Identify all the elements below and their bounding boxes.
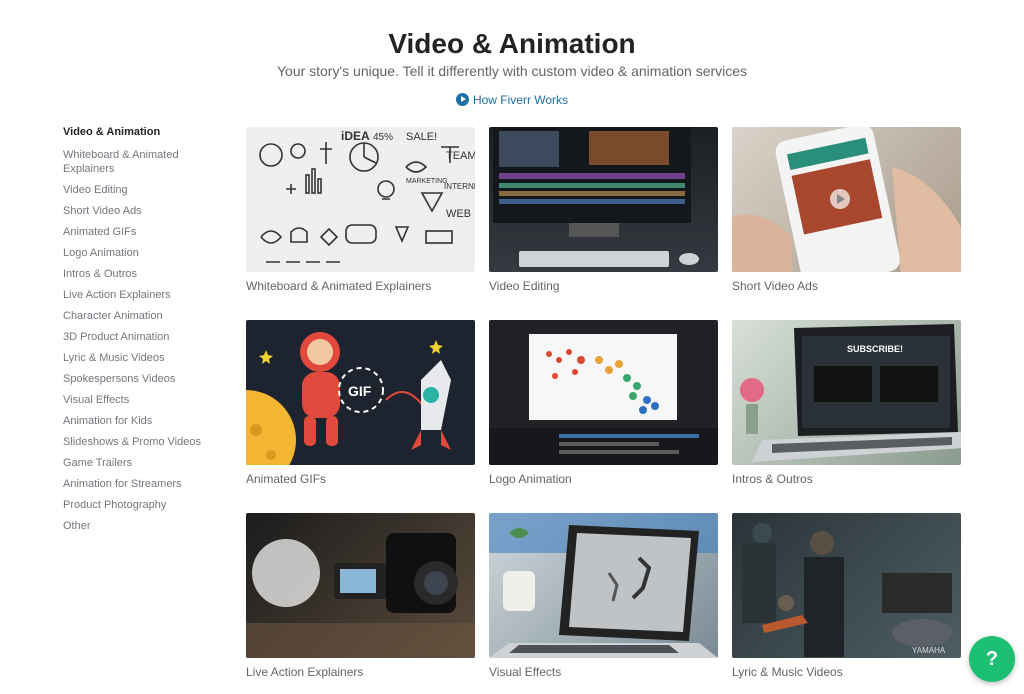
- animated-gifs-thumbnail: GIF: [246, 320, 475, 465]
- whiteboard-text-internet: INTERNET: [444, 182, 475, 191]
- sidebar-item-animation-kids[interactable]: Animation for Kids: [63, 414, 223, 428]
- sidebar-item-video-editing[interactable]: Video Editing: [63, 183, 223, 197]
- short-video-ads-thumbnail: [732, 127, 961, 272]
- card-label: Whiteboard & Animated Explainers: [246, 279, 432, 293]
- whiteboard-text-team: TEAM: [446, 150, 475, 162]
- sidebar-item-intros-outros[interactable]: Intros & Outros: [63, 267, 223, 281]
- editing-monitor-image: [493, 127, 699, 267]
- category-card-intros-outros[interactable]: SUBSCRIBE! Intros & Outros: [732, 320, 961, 486]
- band-performance-image: YAMAHA: [742, 523, 952, 657]
- sidebar-item-other[interactable]: Other: [63, 519, 223, 533]
- category-card-lyric-music[interactable]: YAMAHA Lyric & Music Videos: [732, 513, 961, 679]
- sidebar-item-product-photography[interactable]: Product Photography: [63, 498, 223, 512]
- sidebar-item-game-trailers[interactable]: Game Trailers: [63, 456, 223, 470]
- whiteboard-doodles: iDEA 45% SALE! TEAM MARKETING INTERNET W…: [259, 129, 475, 263]
- category-card-video-editing[interactable]: Video Editing: [489, 127, 718, 293]
- phone-hand-image: [732, 127, 961, 272]
- video-editing-thumbnail: [489, 127, 718, 272]
- card-label: Short Video Ads: [732, 279, 818, 293]
- subscribe-thumb-text: SUBSCRIBE!: [847, 344, 903, 354]
- category-sidebar: Video & Animation Whiteboard & Animated …: [63, 126, 223, 540]
- how-fiverr-works-link[interactable]: How Fiverr Works: [0, 93, 1024, 107]
- card-label: Logo Animation: [489, 472, 572, 486]
- page-title: Video & Animation: [388, 28, 636, 59]
- card-label: Lyric & Music Videos: [732, 665, 843, 679]
- sidebar-item-visual-effects[interactable]: Visual Effects: [63, 393, 223, 407]
- card-label: Intros & Outros: [732, 472, 813, 486]
- category-card-short-video-ads[interactable]: Short Video Ads: [732, 127, 961, 293]
- gif-thumb-text: GIF: [348, 383, 372, 399]
- logo-animation-thumbnail: [489, 320, 718, 465]
- intros-outros-thumbnail: SUBSCRIBE!: [732, 320, 961, 465]
- laptop-skater-image: [489, 513, 718, 658]
- whiteboard-text-sale: SALE!: [406, 131, 437, 143]
- sidebar-item-slideshows[interactable]: Slideshows & Promo Videos: [63, 435, 223, 449]
- help-button[interactable]: ?: [969, 636, 1015, 682]
- sidebar-item-live-action[interactable]: Live Action Explainers: [63, 288, 223, 302]
- astronaut-gif-illustration: GIF: [246, 332, 451, 465]
- sidebar-item-whiteboard[interactable]: Whiteboard & Animated Explainers: [63, 148, 193, 176]
- whiteboard-text-idea: iDEA: [341, 129, 370, 143]
- sidebar-title[interactable]: Video & Animation: [63, 126, 223, 138]
- card-label: Live Action Explainers: [246, 665, 364, 679]
- page-subtitle: Your story's unique. Tell it differently…: [276, 63, 748, 79]
- sidebar-item-streamers[interactable]: Animation for Streamers: [63, 477, 223, 491]
- sidebar-item-short-video-ads[interactable]: Short Video Ads: [63, 204, 223, 218]
- whiteboard-text-marketing: MARKETING: [406, 178, 448, 185]
- card-label: Visual Effects: [489, 665, 562, 679]
- whiteboard-text-web: WEB: [446, 208, 471, 220]
- yamaha-thumb-text: YAMAHA: [912, 646, 946, 655]
- category-card-live-action[interactable]: Live Action Explainers: [246, 513, 475, 679]
- sidebar-item-logo-animation[interactable]: Logo Animation: [63, 246, 223, 260]
- whiteboard-thumbnail: iDEA 45% SALE! TEAM MARKETING INTERNET W…: [246, 127, 475, 272]
- card-label: Video Editing: [489, 279, 560, 293]
- live-action-thumbnail: [246, 513, 475, 658]
- card-label: Animated GIFs: [246, 472, 327, 486]
- category-card-whiteboard[interactable]: iDEA 45% SALE! TEAM MARKETING INTERNET W…: [246, 127, 475, 293]
- animation-software-image: [489, 334, 718, 465]
- sidebar-item-animated-gifs[interactable]: Animated GIFs: [63, 225, 223, 239]
- camera-rig-image: [246, 533, 475, 658]
- lyric-music-thumbnail: YAMAHA: [732, 513, 961, 658]
- whiteboard-text-percent: 45%: [373, 132, 393, 143]
- sidebar-item-lyric-music[interactable]: Lyric & Music Videos: [63, 351, 223, 365]
- play-icon: [455, 93, 469, 106]
- sidebar-item-character-animation[interactable]: Character Animation: [63, 309, 223, 323]
- category-card-animated-gifs[interactable]: GIF Animated GIFs: [246, 320, 475, 486]
- laptop-subscribe-image: SUBSCRIBE!: [740, 324, 961, 462]
- visual-effects-thumbnail: [489, 513, 718, 658]
- category-card-logo-animation[interactable]: Logo Animation: [489, 320, 718, 486]
- category-card-visual-effects[interactable]: Visual Effects: [489, 513, 718, 679]
- sidebar-item-3d-product[interactable]: 3D Product Animation: [63, 330, 223, 344]
- sidebar-item-spokespersons[interactable]: Spokespersons Videos: [63, 372, 223, 386]
- how-fiverr-works-label: How Fiverr Works: [472, 93, 569, 107]
